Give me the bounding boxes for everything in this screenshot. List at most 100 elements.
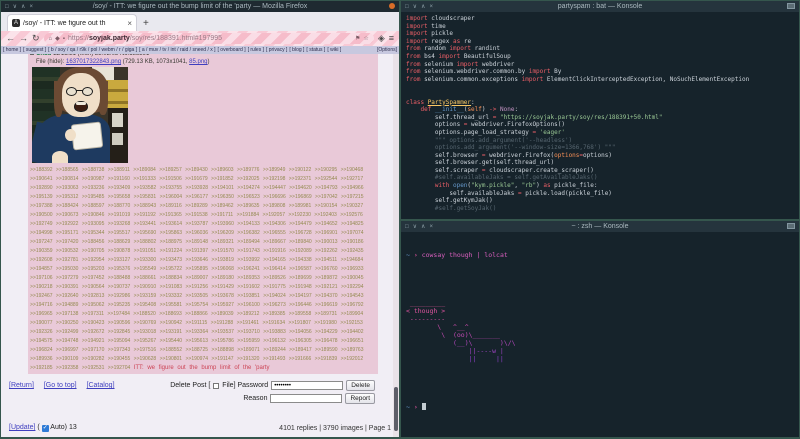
firefox-window: □ ∨ ∧ × /soy/ - ITT: we figure out the b… bbox=[1, 1, 399, 437]
reply-link-wall[interactable]: >>188392 >>188565 >>188738 >>188911 >>18… bbox=[30, 166, 376, 373]
terminal-title: partyspam : bat — Konsole bbox=[401, 3, 799, 10]
shell-command-line: ~ › cowsay though | lolcat bbox=[406, 251, 794, 259]
file-only-checkbox[interactable] bbox=[213, 383, 219, 389]
konsole-window-shell: □ ∨ ∧ × ~ : zsh — Konsole ~ › cowsay tho… bbox=[401, 221, 799, 437]
python-code-area[interactable]: import cloudscraperimport timeimport pic… bbox=[401, 12, 799, 215]
thread-page: Chud 11/15/21 (Mon) 23:02:03 No.188391 F… bbox=[1, 54, 399, 437]
navigation-toolbar: ← → ↻ ⌂ ◆ ▪ https://soyjak.party/soy/res… bbox=[1, 31, 399, 46]
terminal-titlebar: □ ∨ ∧ × partyspam : bat — Konsole bbox=[401, 1, 799, 12]
thread-stats: 4101 replies | 3790 images | Page 1 bbox=[279, 425, 391, 432]
reason-label: Reason bbox=[243, 395, 267, 402]
terminal-title: ~ : zsh — Konsole bbox=[401, 223, 799, 230]
post-meta: 11/15/21 (Mon) 23:02:03 No.188391 bbox=[51, 54, 149, 57]
tab-close-icon[interactable]: × bbox=[127, 19, 132, 28]
soyjak-hand bbox=[65, 129, 76, 141]
file-meta-close: ) bbox=[208, 59, 210, 65]
cowsay-ascii-art: _________< though > --------- \ ^__^ \ (… bbox=[406, 299, 794, 363]
delete-button[interactable]: Delete bbox=[346, 380, 375, 391]
screen-icon bbox=[787, 3, 795, 9]
board-link[interactable]: [ privacy ] bbox=[266, 47, 287, 53]
file-password-label: File] Password bbox=[222, 382, 268, 389]
reason-input[interactable] bbox=[270, 394, 342, 403]
reload-icon[interactable]: ↻ bbox=[32, 34, 40, 43]
site-favicon-icon: A bbox=[12, 19, 20, 27]
page-scrollbar[interactable] bbox=[393, 54, 399, 437]
new-tab-button[interactable]: + bbox=[143, 18, 149, 31]
board-link[interactable]: [ b / soy / qa / r9k / pol / webm / r / … bbox=[48, 47, 137, 53]
board-link[interactable]: [ suggest ] bbox=[23, 47, 46, 53]
shell-prompt-line[interactable]: ~ › bbox=[406, 403, 794, 411]
board-link[interactable]: [ rules ] bbox=[248, 47, 264, 53]
file-name-link[interactable]: 1637017322843.png bbox=[66, 59, 121, 65]
browser-tab[interactable]: A /soy/ - ITT: we figure out th × bbox=[7, 14, 137, 31]
image-bg-doc bbox=[112, 113, 123, 127]
board-link[interactable]: [ overboard ] bbox=[218, 47, 246, 53]
terminal-cursor bbox=[422, 403, 426, 410]
back-icon[interactable]: ← bbox=[6, 34, 15, 43]
report-row: Reason Report bbox=[243, 393, 375, 404]
poster-name: Chud bbox=[36, 54, 51, 57]
soyjak-glasses-left bbox=[66, 87, 77, 96]
return-link[interactable]: [Return] bbox=[9, 382, 34, 389]
update-link[interactable]: [Update] bbox=[9, 424, 35, 431]
lock-icon: ▪ bbox=[63, 36, 65, 42]
bookmark-star-icon[interactable]: ☆ bbox=[363, 36, 368, 42]
tab-bar: A /soy/ - ITT: we figure out th × + bbox=[1, 12, 399, 31]
prompt-directory: ~ bbox=[406, 403, 410, 411]
board-link[interactable]: [ a / muv / tv / int / raid / sneed / x … bbox=[139, 47, 215, 53]
report-button[interactable]: Report bbox=[345, 393, 375, 404]
tracking-shield-icon[interactable]: ◆ bbox=[55, 36, 60, 42]
hamburger-menu-icon[interactable]: ≡ bbox=[389, 34, 394, 43]
post-header: Chud 11/15/21 (Mon) 23:02:03 No.188391 bbox=[30, 54, 376, 57]
thread-subject-text: ITT: we figure out the bump limit of the… bbox=[134, 365, 270, 371]
auto-update-checkbox[interactable]: ✓ bbox=[42, 425, 49, 432]
reader-mode-icon[interactable]: ⌂ bbox=[49, 36, 53, 42]
scrollbar-thumb[interactable] bbox=[394, 387, 398, 431]
prompt-symbol: › bbox=[414, 403, 418, 411]
delete-post-row: Delete Post [ File] Password Delete bbox=[170, 380, 375, 391]
image-bg-doc bbox=[112, 133, 123, 145]
konsole-window-code: □ ∨ ∧ × partyspam : bat — Konsole import… bbox=[401, 1, 799, 219]
flag-icon[interactable]: ⚑ bbox=[355, 36, 360, 42]
notification-dot-icon bbox=[389, 3, 395, 9]
extension-shield-icon[interactable]: ◈ bbox=[378, 34, 385, 43]
window-title: /soy/ - ITT: we figure out the bump limi… bbox=[1, 3, 399, 10]
shell-output-area[interactable]: ~ › cowsay though | lolcat _________< th… bbox=[401, 232, 799, 430]
soyjak-glasses-right bbox=[82, 87, 93, 96]
terminal-titlebar: □ ∨ ∧ × ~ : zsh — Konsole bbox=[401, 221, 799, 232]
board-navigation-bar: [ home ][ suggest ][ b / soy / qa / r9k … bbox=[1, 46, 399, 54]
op-post: Chud 11/15/21 (Mon) 23:02:03 No.188391 F… bbox=[28, 54, 378, 374]
url-host: soyjak.party bbox=[89, 35, 130, 42]
file-meta: (729.13 KB, 1073x1041, bbox=[121, 59, 189, 65]
auto-prefix: ( bbox=[37, 424, 39, 431]
file-info-line: File (hide): 1637017322843.png (729.13 K… bbox=[36, 59, 376, 65]
url-text[interactable]: https://soyjak.party/soy/res/188391.html… bbox=[68, 35, 352, 42]
update-controls: [Update] ( ✓ Auto) 13 bbox=[9, 424, 77, 432]
url-scheme: https:// bbox=[68, 35, 89, 42]
board-link[interactable]: [ blog ] bbox=[289, 47, 304, 53]
delete-post-label: Delete Post [ bbox=[170, 382, 210, 389]
screen-icon bbox=[787, 223, 795, 229]
prompt-symbol: › bbox=[414, 251, 418, 259]
post-checkbox[interactable] bbox=[30, 54, 34, 55]
thread-status-bar: [Update] ( ✓ Auto) 13 4101 replies | 379… bbox=[9, 424, 391, 432]
board-links[interactable]: [ home ][ suggest ][ b / soy / qa / r9k … bbox=[3, 47, 343, 53]
options-link[interactable]: [Options] bbox=[377, 47, 397, 53]
go-to-top-link[interactable]: [Go to top] bbox=[44, 382, 77, 389]
password-input[interactable] bbox=[271, 381, 343, 390]
forward-icon[interactable]: → bbox=[19, 34, 28, 43]
file-original-link[interactable]: 85.png bbox=[189, 59, 207, 65]
thread-footer: [Return] [Go to top] [Catalog] Delete Po… bbox=[1, 374, 393, 437]
board-link[interactable]: [ home ] bbox=[3, 47, 21, 53]
url-bar[interactable]: ⌂ ◆ ▪ https://soyjak.party/soy/res/18839… bbox=[44, 33, 374, 44]
catalog-link[interactable]: [Catalog] bbox=[87, 382, 115, 389]
tab-title: /soy/ - ITT: we figure out th bbox=[23, 20, 124, 27]
reply-links[interactable]: >>188392 >>188565 >>188738 >>188911 >>18… bbox=[30, 167, 364, 371]
board-link[interactable]: [ status ] bbox=[306, 47, 325, 53]
url-path: /soy/res/188391.html#197995 bbox=[130, 35, 222, 42]
auto-label: Auto) 13 bbox=[50, 424, 76, 431]
soyjak-hand-lower bbox=[52, 151, 68, 163]
soyjak-glasses-bridge bbox=[76, 90, 83, 91]
board-link[interactable]: [ wiki ] bbox=[327, 47, 341, 53]
soyjak-image[interactable] bbox=[32, 67, 128, 163]
